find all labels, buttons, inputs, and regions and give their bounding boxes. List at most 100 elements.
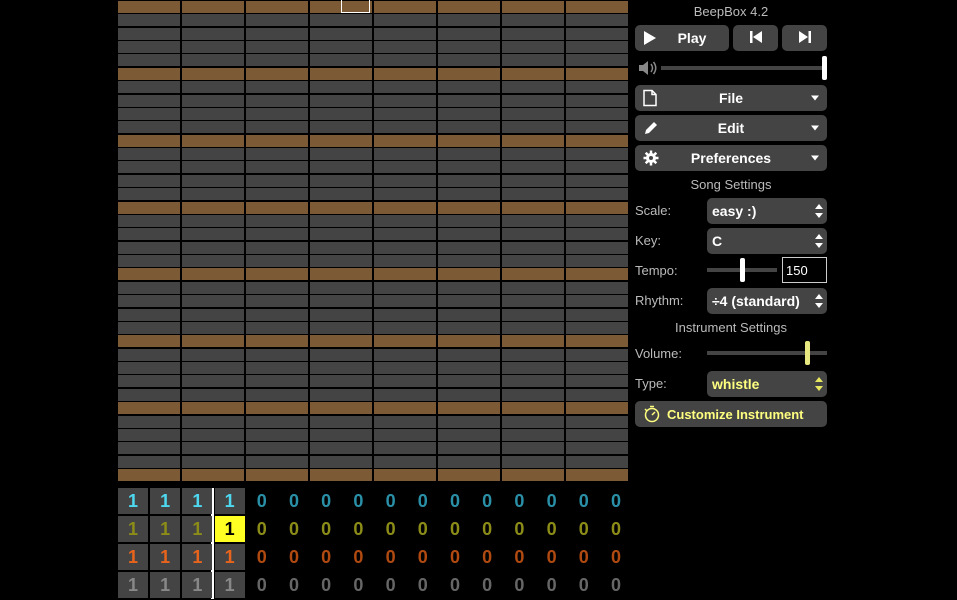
pattern-cell[interactable]: 0 <box>569 488 599 514</box>
bar-segment[interactable] <box>374 202 436 214</box>
bar-segment[interactable] <box>118 1 180 13</box>
pattern-cell[interactable]: 0 <box>311 516 341 542</box>
instrument-type-select[interactable]: whistle <box>707 371 827 397</box>
bar-segment[interactable] <box>566 456 628 468</box>
bar-segment[interactable] <box>566 54 628 66</box>
pattern-cell[interactable]: 0 <box>601 544 631 570</box>
bar-segment[interactable] <box>566 41 628 53</box>
bar-segment[interactable] <box>374 135 436 147</box>
bar-segment[interactable] <box>182 322 244 334</box>
bar-segment[interactable] <box>182 416 244 428</box>
bar-segment[interactable] <box>374 41 436 53</box>
pattern-cell[interactable]: 0 <box>504 516 534 542</box>
bar-segment[interactable] <box>182 41 244 53</box>
bar-segment[interactable] <box>246 14 308 26</box>
pitch-row[interactable] <box>118 95 628 107</box>
pattern-cell[interactable]: 0 <box>376 516 406 542</box>
bar-segment[interactable] <box>118 135 180 147</box>
bar-segment[interactable] <box>438 255 500 267</box>
pattern-cell[interactable]: 0 <box>408 516 438 542</box>
pattern-cell[interactable]: 0 <box>472 488 502 514</box>
bar-segment[interactable] <box>310 362 372 374</box>
bar-segment[interactable] <box>182 255 244 267</box>
bar-segment[interactable] <box>310 68 372 80</box>
bar-segment[interactable] <box>310 335 372 347</box>
bar-segment[interactable] <box>438 322 500 334</box>
bar-segment[interactable] <box>118 309 180 321</box>
bar-segment[interactable] <box>310 175 372 187</box>
bar-segment[interactable] <box>438 268 500 280</box>
bar-segment[interactable] <box>310 442 372 454</box>
pattern-cell[interactable]: 0 <box>537 488 567 514</box>
bar-segment[interactable] <box>310 469 372 481</box>
bar-segment[interactable] <box>118 255 180 267</box>
pattern-cell[interactable]: 1 <box>214 488 245 514</box>
bar-segment[interactable] <box>502 1 564 13</box>
bar-segment[interactable] <box>374 188 436 200</box>
bar-segment[interactable] <box>310 188 372 200</box>
bar-segment[interactable] <box>246 322 308 334</box>
bar-segment[interactable] <box>182 108 244 120</box>
bar-segment[interactable] <box>118 161 180 173</box>
pitch-row[interactable] <box>118 175 628 187</box>
bar-segment[interactable] <box>246 469 308 481</box>
bar-segment[interactable] <box>310 349 372 361</box>
bar-segment[interactable] <box>566 362 628 374</box>
pitch-row[interactable] <box>118 295 628 307</box>
bar-segment[interactable] <box>118 375 180 387</box>
bar-segment[interactable] <box>566 228 628 240</box>
bar-segment[interactable] <box>374 335 436 347</box>
pattern-cell[interactable]: 0 <box>537 516 567 542</box>
bar-segment[interactable] <box>310 389 372 401</box>
bar-segment[interactable] <box>118 469 180 481</box>
bar-segment[interactable] <box>374 108 436 120</box>
bar-segment[interactable] <box>182 28 244 40</box>
pattern-cell[interactable]: 0 <box>569 572 599 598</box>
file-menu[interactable]: File <box>635 85 827 111</box>
bar-segment[interactable] <box>502 228 564 240</box>
pitch-row[interactable] <box>118 108 628 120</box>
bar-segment[interactable] <box>310 28 372 40</box>
bar-segment[interactable] <box>438 335 500 347</box>
bar-segment[interactable] <box>246 268 308 280</box>
bar-segment[interactable] <box>118 148 180 160</box>
bar-segment[interactable] <box>374 28 436 40</box>
instrument-volume-thumb[interactable] <box>804 341 810 365</box>
bar-segment[interactable] <box>182 295 244 307</box>
pattern-cell[interactable]: 0 <box>311 572 341 598</box>
pitch-row[interactable] <box>118 456 628 468</box>
bar-segment[interactable] <box>182 135 244 147</box>
bar-segment[interactable] <box>118 41 180 53</box>
bar-segment[interactable] <box>502 28 564 40</box>
bar-segment[interactable] <box>438 429 500 441</box>
bar-segment[interactable] <box>246 188 308 200</box>
bar-segment[interactable] <box>118 349 180 361</box>
bar-segment[interactable] <box>502 375 564 387</box>
pitch-row[interactable] <box>118 242 628 254</box>
bar-segment[interactable] <box>566 81 628 93</box>
bar-segment[interactable] <box>374 54 436 66</box>
pattern-cell[interactable]: 0 <box>279 488 309 514</box>
bar-segment[interactable] <box>502 362 564 374</box>
bar-segment[interactable] <box>246 429 308 441</box>
pattern-cell[interactable]: 0 <box>247 488 277 514</box>
bar-segment[interactable] <box>438 14 500 26</box>
pitch-row[interactable] <box>118 41 628 53</box>
bar-segment[interactable] <box>246 68 308 80</box>
bar-segment[interactable] <box>502 81 564 93</box>
bar-segment[interactable] <box>566 148 628 160</box>
bar-segment[interactable] <box>502 215 564 227</box>
pattern-cell[interactable]: 1 <box>214 516 245 542</box>
bar-segment[interactable] <box>118 362 180 374</box>
bar-segment[interactable] <box>566 108 628 120</box>
bar-segment[interactable] <box>438 282 500 294</box>
bar-segment[interactable] <box>566 121 628 133</box>
bar-segment[interactable] <box>310 14 372 26</box>
pattern-cell[interactable]: 0 <box>569 516 599 542</box>
pitch-row[interactable] <box>118 416 628 428</box>
bar-segment[interactable] <box>438 202 500 214</box>
bar-segment[interactable] <box>246 161 308 173</box>
pitch-row[interactable] <box>118 282 628 294</box>
bar-segment[interactable] <box>502 349 564 361</box>
pitch-row[interactable] <box>118 309 628 321</box>
